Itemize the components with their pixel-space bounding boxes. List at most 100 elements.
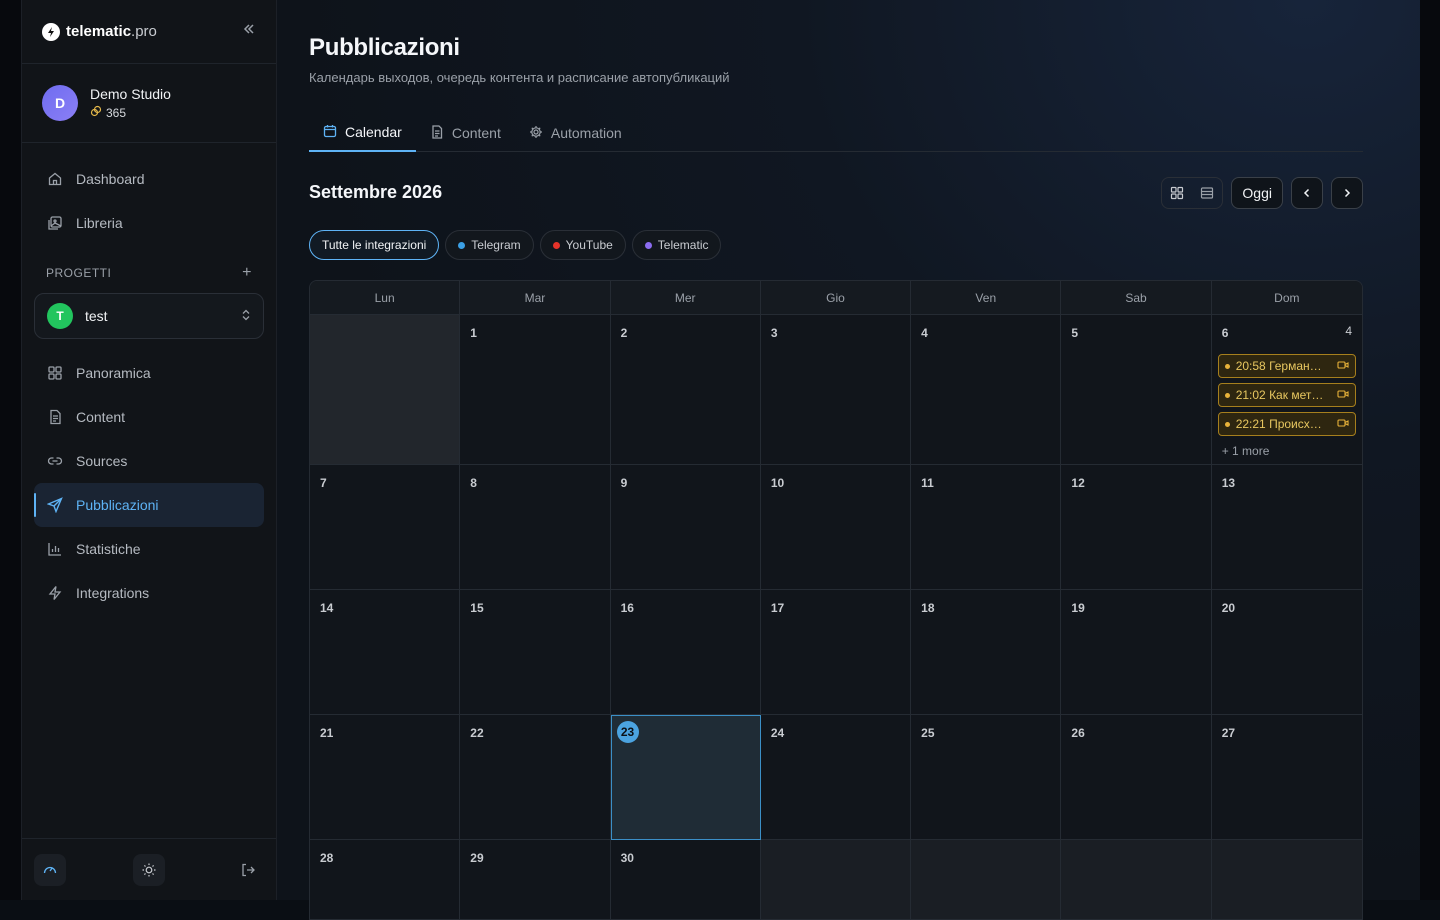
video-icon — [1337, 418, 1349, 431]
event-status-dot — [1224, 363, 1230, 369]
day-cell[interactable]: 4 — [911, 315, 1062, 465]
nav-dashboard[interactable]: Dashboard — [34, 157, 264, 201]
theme-toggle-button[interactable] — [133, 853, 165, 886]
day-cell[interactable]: 16 — [610, 590, 761, 715]
nav-integrations[interactable]: Integrations — [34, 571, 264, 615]
workspace-switcher[interactable]: D Demo Studio 365 — [22, 64, 276, 143]
day-number: 15 — [470, 601, 484, 615]
day-number: 2 — [620, 326, 628, 340]
project-select[interactable]: T test — [34, 293, 264, 339]
day-cell[interactable]: 10 — [760, 465, 912, 590]
day-number: 28 — [320, 851, 334, 865]
lightning-icon — [46, 584, 64, 602]
day-cell-6[interactable]: 6 4 20:58 Герман… 21:02 Как мет… 22:21 П… — [1211, 315, 1362, 465]
tab-automation-label: Automation — [550, 125, 622, 141]
day-cell[interactable]: 17 — [760, 590, 912, 715]
nav-library[interactable]: Libreria — [34, 201, 264, 245]
main-content: Pubblicazioni Календарь выходов, очередь… — [277, 0, 1420, 920]
day-cell[interactable]: 26 — [1061, 715, 1212, 840]
day-cell[interactable]: 22 — [460, 715, 611, 840]
more-events-link[interactable]: + 1 more — [1222, 444, 1352, 458]
calendar-icon — [323, 124, 337, 141]
day-number: 13 — [1221, 476, 1236, 490]
day-cell[interactable]: 9 — [610, 465, 761, 590]
nav-content[interactable]: Content — [34, 395, 264, 439]
day-cell[interactable]: 11 — [911, 465, 1062, 590]
workspace-avatar: D — [42, 85, 78, 121]
day-number: 10 — [770, 476, 785, 490]
collapse-sidebar-icon[interactable] — [242, 22, 256, 41]
day-cell[interactable]: 21 — [310, 715, 461, 840]
day-cell[interactable]: 15 — [460, 590, 611, 715]
day-cell[interactable]: 3 — [760, 315, 912, 465]
logo-icon — [42, 22, 60, 41]
day-number: 17 — [770, 601, 785, 615]
day-cell[interactable]: 28 — [310, 840, 461, 919]
event-item[interactable]: 20:58 Герман… — [1217, 354, 1356, 378]
nav-overview-label: Panoramica — [76, 365, 151, 381]
day-cell-empty — [1211, 840, 1362, 919]
workspace-credits: 365 — [90, 105, 171, 120]
day-number: 1 — [470, 326, 477, 340]
day-cell[interactable]: 7 — [310, 465, 461, 590]
list-view-button[interactable] — [1192, 178, 1222, 208]
day-cell[interactable]: 14 — [310, 590, 461, 715]
projects-section-label: PROGETTI — [46, 266, 112, 280]
day-cell-empty — [911, 840, 1062, 919]
tab-automation[interactable]: Automation — [515, 114, 636, 152]
day-cell[interactable]: 19 — [1061, 590, 1212, 715]
nav-dashboard-label: Dashboard — [76, 171, 145, 187]
day-number: 26 — [1071, 726, 1085, 740]
day-cell[interactable]: 18 — [911, 590, 1062, 715]
month-view-button[interactable] — [1162, 178, 1192, 208]
coins-icon — [90, 105, 102, 120]
day-cell-today[interactable]: 23 — [610, 715, 761, 840]
prev-month-button[interactable] — [1291, 177, 1323, 209]
filter-youtube[interactable]: YouTube — [539, 230, 626, 260]
nav-library-label: Libreria — [76, 215, 123, 231]
add-project-icon[interactable]: + — [242, 264, 252, 282]
day-cell[interactable]: 25 — [911, 715, 1062, 840]
day-cell[interactable]: 5 — [1061, 315, 1212, 465]
weekday: Dom — [1274, 290, 1300, 305]
day-cell[interactable]: 30 — [610, 840, 761, 919]
nav-sources[interactable]: Sources — [34, 439, 264, 483]
event-list: 20:58 Герман… 21:02 Как мет… 22:21 Проис… — [1217, 354, 1356, 436]
month-calendar: Lun Mar Mer Gio Ven Sab Dom 1 2 3 4 5 6 … — [309, 280, 1363, 920]
filter-telegram[interactable]: Telegram — [445, 230, 534, 260]
nav-overview[interactable]: Panoramica — [34, 351, 264, 395]
day-cell[interactable]: 24 — [760, 715, 912, 840]
filter-all[interactable]: Tutte le integrazioni — [309, 230, 440, 260]
day-cell[interactable]: 20 — [1211, 590, 1362, 715]
event-item[interactable]: 22:21 Происх… — [1217, 412, 1356, 436]
nav-publications[interactable]: Pubblicazioni — [34, 483, 264, 527]
tab-calendar[interactable]: Calendar — [309, 114, 416, 152]
logout-button[interactable] — [232, 854, 264, 886]
page-title: Pubblicazioni — [309, 34, 460, 61]
nav-stats[interactable]: Statistiche — [34, 527, 264, 571]
day-cell[interactable]: 27 — [1211, 715, 1362, 840]
today-button[interactable]: Oggi — [1231, 177, 1283, 209]
day-number: 7 — [320, 476, 327, 490]
weekday: Sab — [1061, 281, 1212, 314]
day-cell[interactable]: 2 — [610, 315, 761, 465]
next-month-button[interactable] — [1331, 177, 1363, 209]
day-cell[interactable]: 8 — [460, 465, 611, 590]
projects-section-header: PROGETTI + — [22, 259, 276, 287]
day-cell[interactable]: 12 — [1061, 465, 1212, 590]
bar-chart-icon — [46, 540, 64, 558]
event-text: 22:21 Происх… — [1235, 417, 1322, 431]
day-cell-empty — [310, 315, 461, 465]
day-cell[interactable]: 1 — [460, 315, 611, 465]
speed-gauge-button[interactable] — [34, 853, 66, 886]
tab-content[interactable]: Content — [416, 114, 515, 152]
day-cell[interactable]: 29 — [460, 840, 611, 919]
event-item[interactable]: 21:02 Как мет… — [1217, 383, 1356, 407]
brand-logo[interactable]: telematic.pro — [42, 22, 157, 41]
day-cell[interactable]: 13 — [1211, 465, 1362, 590]
workspace-name: Demo Studio — [90, 86, 171, 102]
nav-content-label: Content — [76, 409, 126, 425]
day-number: 3 — [770, 326, 778, 340]
weekday: Mer — [611, 281, 761, 314]
filter-telematic[interactable]: Telematic — [631, 230, 722, 260]
